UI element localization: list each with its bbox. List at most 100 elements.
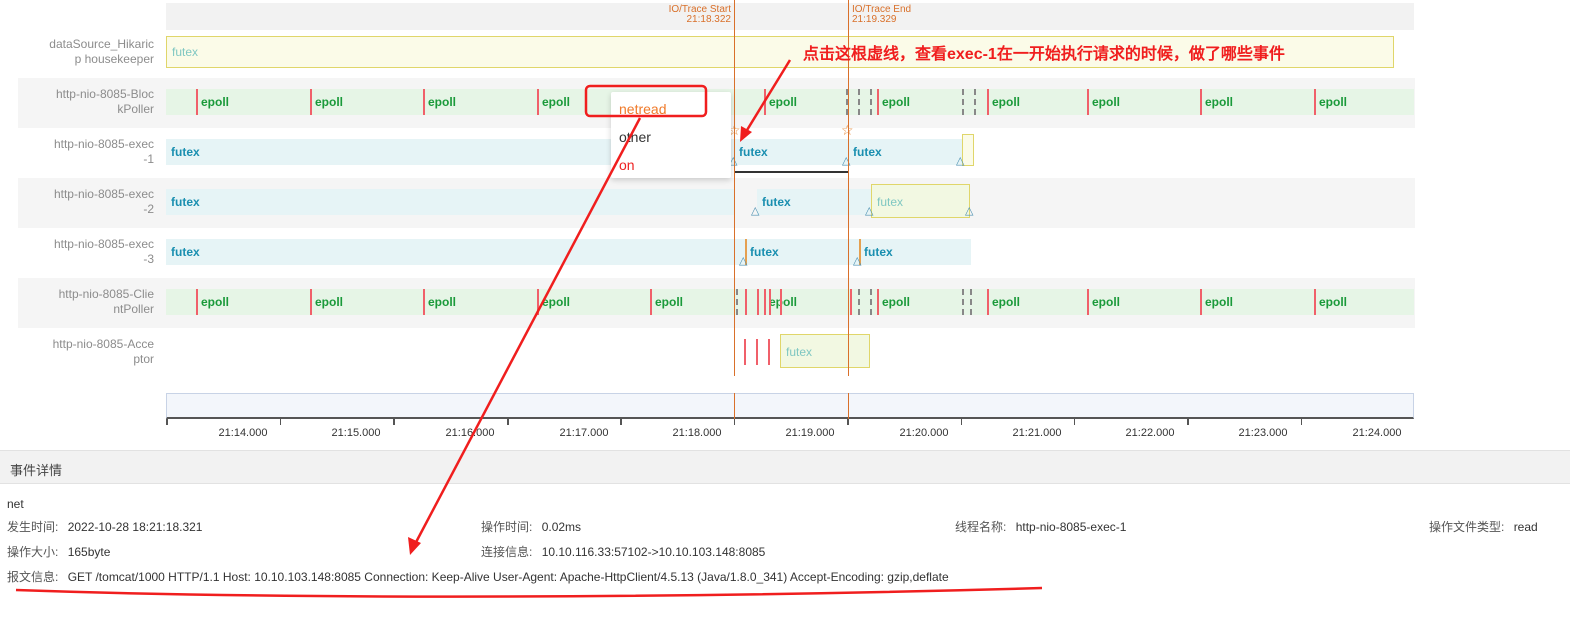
epoll-label: epoll xyxy=(428,295,457,309)
futex-label: futex xyxy=(864,245,893,259)
epoll-event-tick[interactable] xyxy=(196,89,198,115)
thread-key: 线程名称: xyxy=(955,520,1007,534)
epoll-label: epoll xyxy=(882,95,911,109)
trace-start-label: IO/Trace Start 21:18.322 xyxy=(640,5,731,25)
event-tick[interactable] xyxy=(744,339,746,365)
futex-label: futex xyxy=(172,45,199,59)
epoll-label: epoll xyxy=(882,295,911,309)
triangle-marker-icon[interactable]: △ xyxy=(965,206,973,217)
popup-item-netread[interactable]: netread xyxy=(619,100,666,118)
axis-minor-tick xyxy=(620,419,621,425)
lane-label-exec-1: http-nio-8085-exec -1 xyxy=(53,137,154,166)
epoll-event-tick[interactable] xyxy=(310,89,312,115)
axis-tick-label: 21:24.000 xyxy=(1352,427,1402,439)
lane-label-hikari: dataSource_Hikaric p housekeeper xyxy=(49,37,154,66)
epoll-label: epoll xyxy=(992,95,1021,109)
epoll-event-tick[interactable] xyxy=(764,89,766,115)
dashed-event-tick[interactable] xyxy=(974,89,976,115)
futex-label: futex xyxy=(171,145,200,159)
dashed-event-tick[interactable] xyxy=(870,289,872,315)
axis-minor-tick xyxy=(1301,419,1302,425)
lane-label-blockpoller: http-nio-8085-Bloc kPoller xyxy=(55,87,154,116)
triangle-marker-icon[interactable]: △ xyxy=(739,256,747,267)
epoll-event-tick[interactable] xyxy=(537,89,539,115)
epoll-label: epoll xyxy=(315,95,344,109)
futex-track[interactable] xyxy=(166,239,971,265)
dashed-event-tick[interactable] xyxy=(970,289,972,315)
triangle-marker-icon[interactable]: △ xyxy=(853,256,861,267)
axis-minor-tick xyxy=(960,419,962,425)
epoll-label: epoll xyxy=(1319,95,1348,109)
epoll-event-tick[interactable] xyxy=(877,89,879,115)
triangle-marker-icon[interactable]: △ xyxy=(842,156,850,167)
epoll-event-tick[interactable] xyxy=(310,289,312,315)
dashed-event-tick[interactable] xyxy=(736,289,738,315)
arrow-head-icon xyxy=(408,537,421,555)
trace-start-line[interactable] xyxy=(734,0,735,376)
triangle-marker-icon[interactable]: △ xyxy=(865,206,873,217)
event-tick[interactable] xyxy=(780,289,782,315)
axis-minor-tick xyxy=(1074,419,1075,425)
epoll-label: epoll xyxy=(1092,95,1121,109)
epoll-label: epoll xyxy=(428,95,457,109)
epoll-event-tick[interactable] xyxy=(1087,289,1089,315)
conn-key: 连接信息: xyxy=(481,545,533,559)
triangle-marker-icon[interactable]: △ xyxy=(751,206,759,217)
popup-item-other[interactable]: other xyxy=(619,128,651,146)
event-tick[interactable] xyxy=(756,339,758,365)
epoll-event-tick[interactable] xyxy=(1087,89,1089,115)
event-tick[interactable] xyxy=(769,289,771,315)
dashed-event-tick[interactable] xyxy=(858,289,860,315)
event-tick[interactable] xyxy=(757,289,759,315)
exec1-span-line xyxy=(734,171,848,173)
epoll-event-tick[interactable] xyxy=(423,89,425,115)
annotation-text: 点击这根虚线，查看exec-1在一开始执行请求的时候，做了哪些事件 xyxy=(803,46,1285,63)
futex-label: futex xyxy=(171,195,200,209)
epoll-label: epoll xyxy=(769,95,798,109)
dashed-event-tick[interactable] xyxy=(962,289,964,315)
message-field: 报文信息: GET /tomcat/1000 HTTP/1.1 Host: 10… xyxy=(7,570,949,584)
epoll-event-tick[interactable] xyxy=(764,289,766,315)
axis-minor-tick xyxy=(166,419,167,425)
time-brush[interactable] xyxy=(166,393,1414,419)
lane-label-acceptor: http-nio-8085-Acce ptor xyxy=(52,337,154,366)
trace-end-time: 21:19.329 xyxy=(852,14,897,25)
timeline-panel: dataSource_Hikaric p housekeeper http-nio… xyxy=(0,0,1570,450)
event-tick[interactable] xyxy=(850,289,852,315)
epoll-event-tick[interactable] xyxy=(1314,289,1316,315)
epoll-event-tick[interactable] xyxy=(877,289,879,315)
dashed-event-tick[interactable] xyxy=(858,89,860,115)
epoll-event-tick[interactable] xyxy=(1200,89,1202,115)
details-title: 事件详情 xyxy=(10,463,63,478)
event-tick[interactable] xyxy=(745,289,747,315)
futex-label: futex xyxy=(877,195,904,209)
epoll-label: epoll xyxy=(655,295,684,309)
lane-label-clientpoller: http-nio-8085-Clie ntPoller xyxy=(58,287,154,316)
details-header: 事件详情 xyxy=(0,450,1570,484)
futex-track[interactable] xyxy=(166,189,734,215)
futex-label: futex xyxy=(786,345,813,359)
epoll-event-tick[interactable] xyxy=(537,289,539,315)
event-tick[interactable] xyxy=(768,339,770,365)
axis-tick-label: 21:14.000 xyxy=(218,427,268,439)
epoll-event-tick[interactable] xyxy=(423,289,425,315)
dashed-event-tick[interactable] xyxy=(870,89,872,115)
popup-item-on[interactable]: on xyxy=(619,156,635,174)
triangle-marker-icon[interactable]: △ xyxy=(956,156,964,167)
epoll-event-tick[interactable] xyxy=(987,89,989,115)
axis-tick-label: 21:16.000 xyxy=(445,427,495,439)
dashed-event-tick[interactable] xyxy=(962,89,964,115)
epoll-event-tick[interactable] xyxy=(196,289,198,315)
axis-minor-tick xyxy=(733,419,735,425)
axis-minor-tick xyxy=(1187,419,1189,425)
epoll-event-tick[interactable] xyxy=(987,289,989,315)
axis-minor-tick xyxy=(847,419,848,425)
file-type-value: read xyxy=(1513,520,1538,534)
epoll-label: epoll xyxy=(201,95,230,109)
epoll-label: epoll xyxy=(1205,295,1234,309)
epoll-event-tick[interactable] xyxy=(650,289,652,315)
epoll-event-tick[interactable] xyxy=(1314,89,1316,115)
epoll-event-tick[interactable] xyxy=(1200,289,1202,315)
axis-tick-label: 21:17.000 xyxy=(559,427,609,439)
axis-tick-label: 21:18.000 xyxy=(672,427,722,439)
